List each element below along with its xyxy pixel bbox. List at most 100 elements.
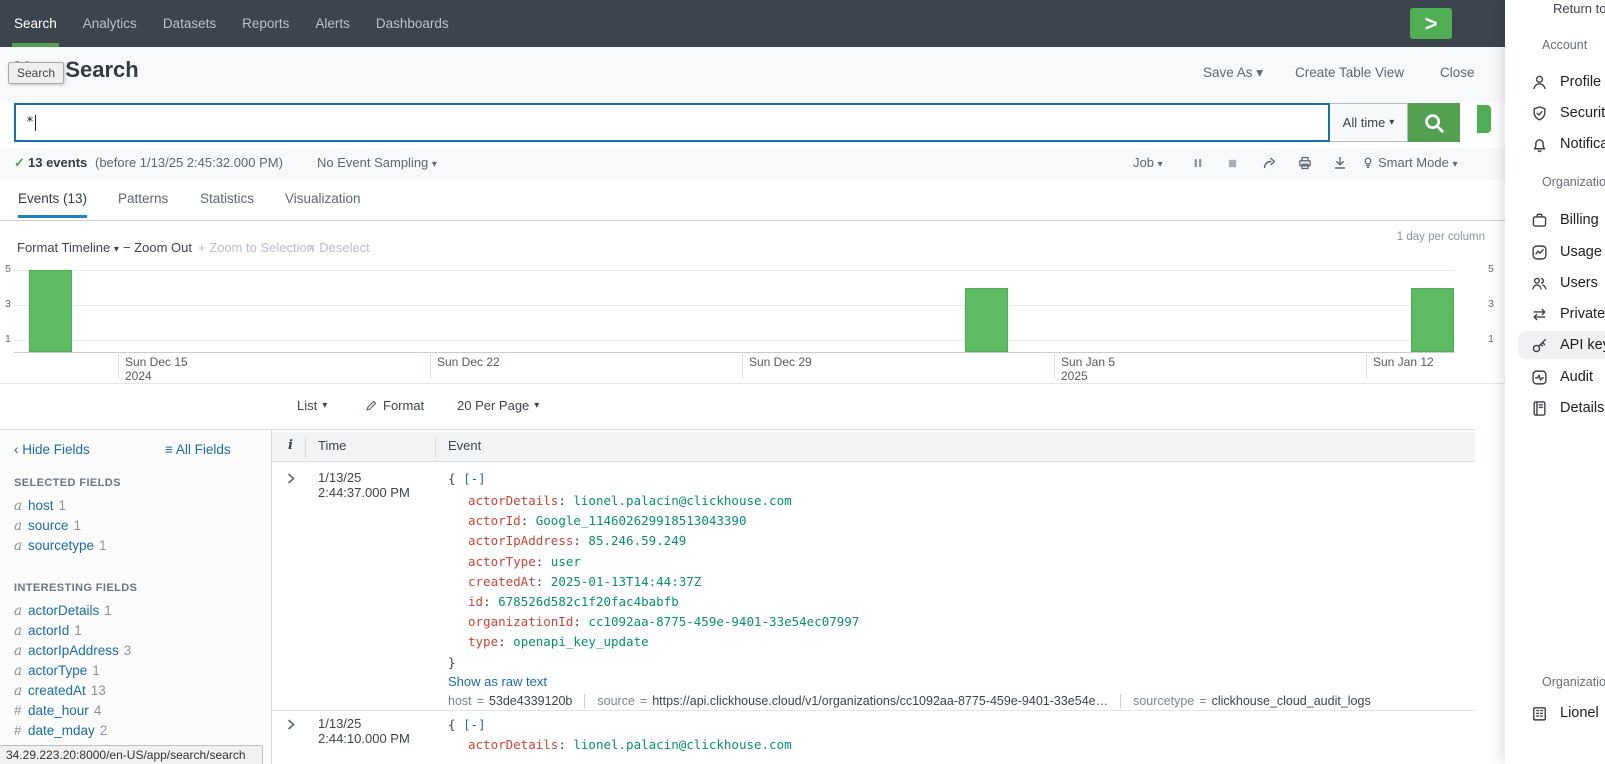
close-button[interactable]: Close	[1440, 65, 1475, 80]
field-item-host[interactable]: ahost1	[14, 498, 66, 514]
field-name[interactable]: actorDetails	[28, 603, 99, 618]
field-item-actorDetails[interactable]: aactorDetails1	[14, 603, 112, 619]
panel-item-security[interactable]: Security	[1531, 99, 1605, 127]
field-name[interactable]: date_hour	[28, 703, 89, 718]
search-mode-dropdown[interactable]: Smart Mode ▾	[1378, 155, 1457, 170]
panel-item-notifications[interactable]: Notifications	[1531, 130, 1605, 158]
x-axis-label: Sun Jan 5	[1061, 355, 1115, 369]
json-value[interactable]: lionel.palacin@clickhouse.com	[573, 737, 791, 752]
field-name[interactable]: source	[28, 518, 69, 533]
panel-item-audit[interactable]: Audit	[1531, 363, 1593, 391]
event-count-qualifier: (before 1/13/25 2:45:32.000 PM)	[95, 155, 283, 170]
panel-item-private[interactable]: Private	[1531, 300, 1605, 328]
json-value[interactable]: 678526d582c1f20fac4babfb	[498, 594, 679, 609]
field-name[interactable]: createdAt	[28, 683, 86, 698]
return-to-link[interactable]: Return to	[1553, 1, 1605, 16]
json-value[interactable]: user	[551, 554, 581, 569]
zoom-to-selection-button[interactable]: + Zoom to Selection	[198, 240, 314, 255]
json-value[interactable]: Google_114602629918513043390	[536, 513, 747, 528]
histogram-bar[interactable]	[29, 270, 72, 352]
panel-item-details[interactable]: Details	[1531, 394, 1604, 422]
export-button[interactable]	[1330, 153, 1350, 173]
string-field-icon: a	[14, 643, 28, 659]
search-input[interactable]: *	[14, 103, 1330, 142]
tab-patterns[interactable]: Patterns	[118, 191, 168, 215]
create-table-view-button[interactable]: Create Table View	[1295, 65, 1404, 80]
tab-visualization[interactable]: Visualization	[285, 191, 361, 215]
nav-item-reports[interactable]: Reports	[242, 0, 289, 47]
field-item-sourcetype[interactable]: asourcetype1	[14, 538, 107, 554]
per-page-dropdown[interactable]: 20 Per Page▾	[457, 398, 539, 413]
job-menu[interactable]: Job ▾	[1133, 155, 1163, 170]
summary-field-host[interactable]: host=53de4339120b	[448, 694, 572, 708]
nav-item-analytics[interactable]: Analytics	[83, 0, 137, 47]
field-name[interactable]: host	[28, 498, 54, 513]
field-name[interactable]: date_mday	[28, 723, 95, 738]
json-value[interactable]: cc1092aa-8775-459e-9401-33e54ec07997	[588, 614, 859, 629]
collapse-json-link[interactable]: [-]	[463, 717, 486, 732]
deselect-button[interactable]: × Deselect	[308, 240, 370, 255]
expand-event-icon[interactable]	[286, 472, 296, 485]
summary-field-sourcetype[interactable]: sourcetype=clickhouse_cloud_audit_logs	[1133, 694, 1371, 708]
event-json-toggle: { [-]	[448, 471, 486, 486]
timeline-panel: Format Timeline ▾ − Zoom Out + Zoom to S…	[0, 221, 1505, 384]
browser-link-preview: 34.29.223.20:8000/en-US/app/search/searc…	[0, 745, 263, 764]
json-key: actorDetails	[468, 493, 558, 508]
histogram-bar[interactable]	[1411, 288, 1454, 353]
save-as-button[interactable]: Save As ▾	[1203, 65, 1263, 81]
json-value[interactable]: openapi_key_update	[513, 634, 648, 649]
string-field-icon: a	[14, 663, 28, 679]
field-item-actorIpAddress[interactable]: aactorIpAddress3	[14, 643, 131, 659]
nav-item-alerts[interactable]: Alerts	[315, 0, 350, 47]
json-value[interactable]: 85.246.59.249	[588, 533, 686, 548]
time-range-picker[interactable]: All time▾	[1330, 103, 1408, 142]
events-table: i Time Event 1/13/252:44:37.000 PM { [-]…	[272, 430, 1475, 764]
summary-field-source[interactable]: source=https://api.clickhouse.cloud/v1/o…	[597, 694, 1108, 708]
splunk-logo-icon[interactable]: >	[1410, 8, 1452, 39]
x-axis-sublabel: 2024	[125, 369, 152, 383]
nav-item-search[interactable]: Search	[14, 0, 57, 47]
search-button[interactable]	[1408, 103, 1460, 142]
field-name[interactable]: actorType	[28, 663, 87, 678]
field-item-date_hour[interactable]: #date_hour4	[14, 703, 101, 718]
panel-item-billing[interactable]: Billing	[1531, 206, 1599, 234]
field-name[interactable]: sourcetype	[28, 538, 94, 553]
tab-events-[interactable]: Events (13)	[18, 191, 87, 218]
json-value[interactable]: 2025-01-13T14:44:37Z	[551, 574, 702, 589]
share-button[interactable]	[1260, 153, 1280, 173]
pause-button[interactable]	[1188, 153, 1208, 173]
panel-item-label: Billing	[1560, 212, 1599, 228]
nav-item-datasets[interactable]: Datasets	[163, 0, 216, 47]
json-value[interactable]: lionel.palacin@clickhouse.com	[573, 493, 791, 508]
field-item-createdAt[interactable]: acreatedAt13	[14, 683, 106, 699]
show-raw-text-link[interactable]: Show as raw text	[448, 674, 547, 689]
y-axis-tick-left: 3	[5, 298, 11, 310]
field-name[interactable]: actorIpAddress	[28, 643, 119, 658]
zoom-out-button[interactable]: − Zoom Out	[123, 240, 192, 255]
stop-button[interactable]	[1222, 153, 1242, 173]
chevron-left-icon: ‹	[14, 442, 19, 457]
histogram-bar[interactable]	[965, 288, 1008, 353]
tab-statistics[interactable]: Statistics	[200, 191, 254, 215]
expand-event-icon[interactable]	[286, 718, 296, 731]
panel-item-users[interactable]: Users	[1531, 269, 1598, 297]
collapse-json-link[interactable]: [-]	[463, 471, 486, 486]
format-timeline-dropdown[interactable]: Format Timeline ▾	[17, 240, 119, 255]
field-item-actorType[interactable]: aactorType1	[14, 663, 100, 679]
hide-fields-button[interactable]: ‹ Hide Fields	[14, 442, 90, 457]
all-fields-button[interactable]: ≡ All Fields	[165, 442, 231, 457]
format-results-button[interactable]: Format	[365, 398, 424, 413]
panel-item-profile[interactable]: Profile	[1531, 68, 1601, 96]
list-view-dropdown[interactable]: List▾	[297, 398, 327, 413]
field-item-date_mday[interactable]: #date_mday2	[14, 723, 107, 738]
field-item-actorId[interactable]: aactorId1	[14, 623, 82, 639]
panel-item-lionel[interactable]: Lionel	[1531, 699, 1599, 727]
field-name[interactable]: actorId	[28, 623, 69, 638]
field-item-source[interactable]: asource1	[14, 518, 81, 534]
chevron-down-icon: ▾	[1452, 159, 1457, 170]
panel-item-api-keys[interactable]: API keys	[1531, 331, 1605, 359]
print-button[interactable]	[1295, 153, 1315, 173]
panel-item-usage[interactable]: Usage	[1531, 238, 1602, 266]
nav-item-dashboards[interactable]: Dashboards	[376, 0, 449, 47]
event-sampling-dropdown[interactable]: No Event Sampling ▾	[317, 155, 437, 170]
